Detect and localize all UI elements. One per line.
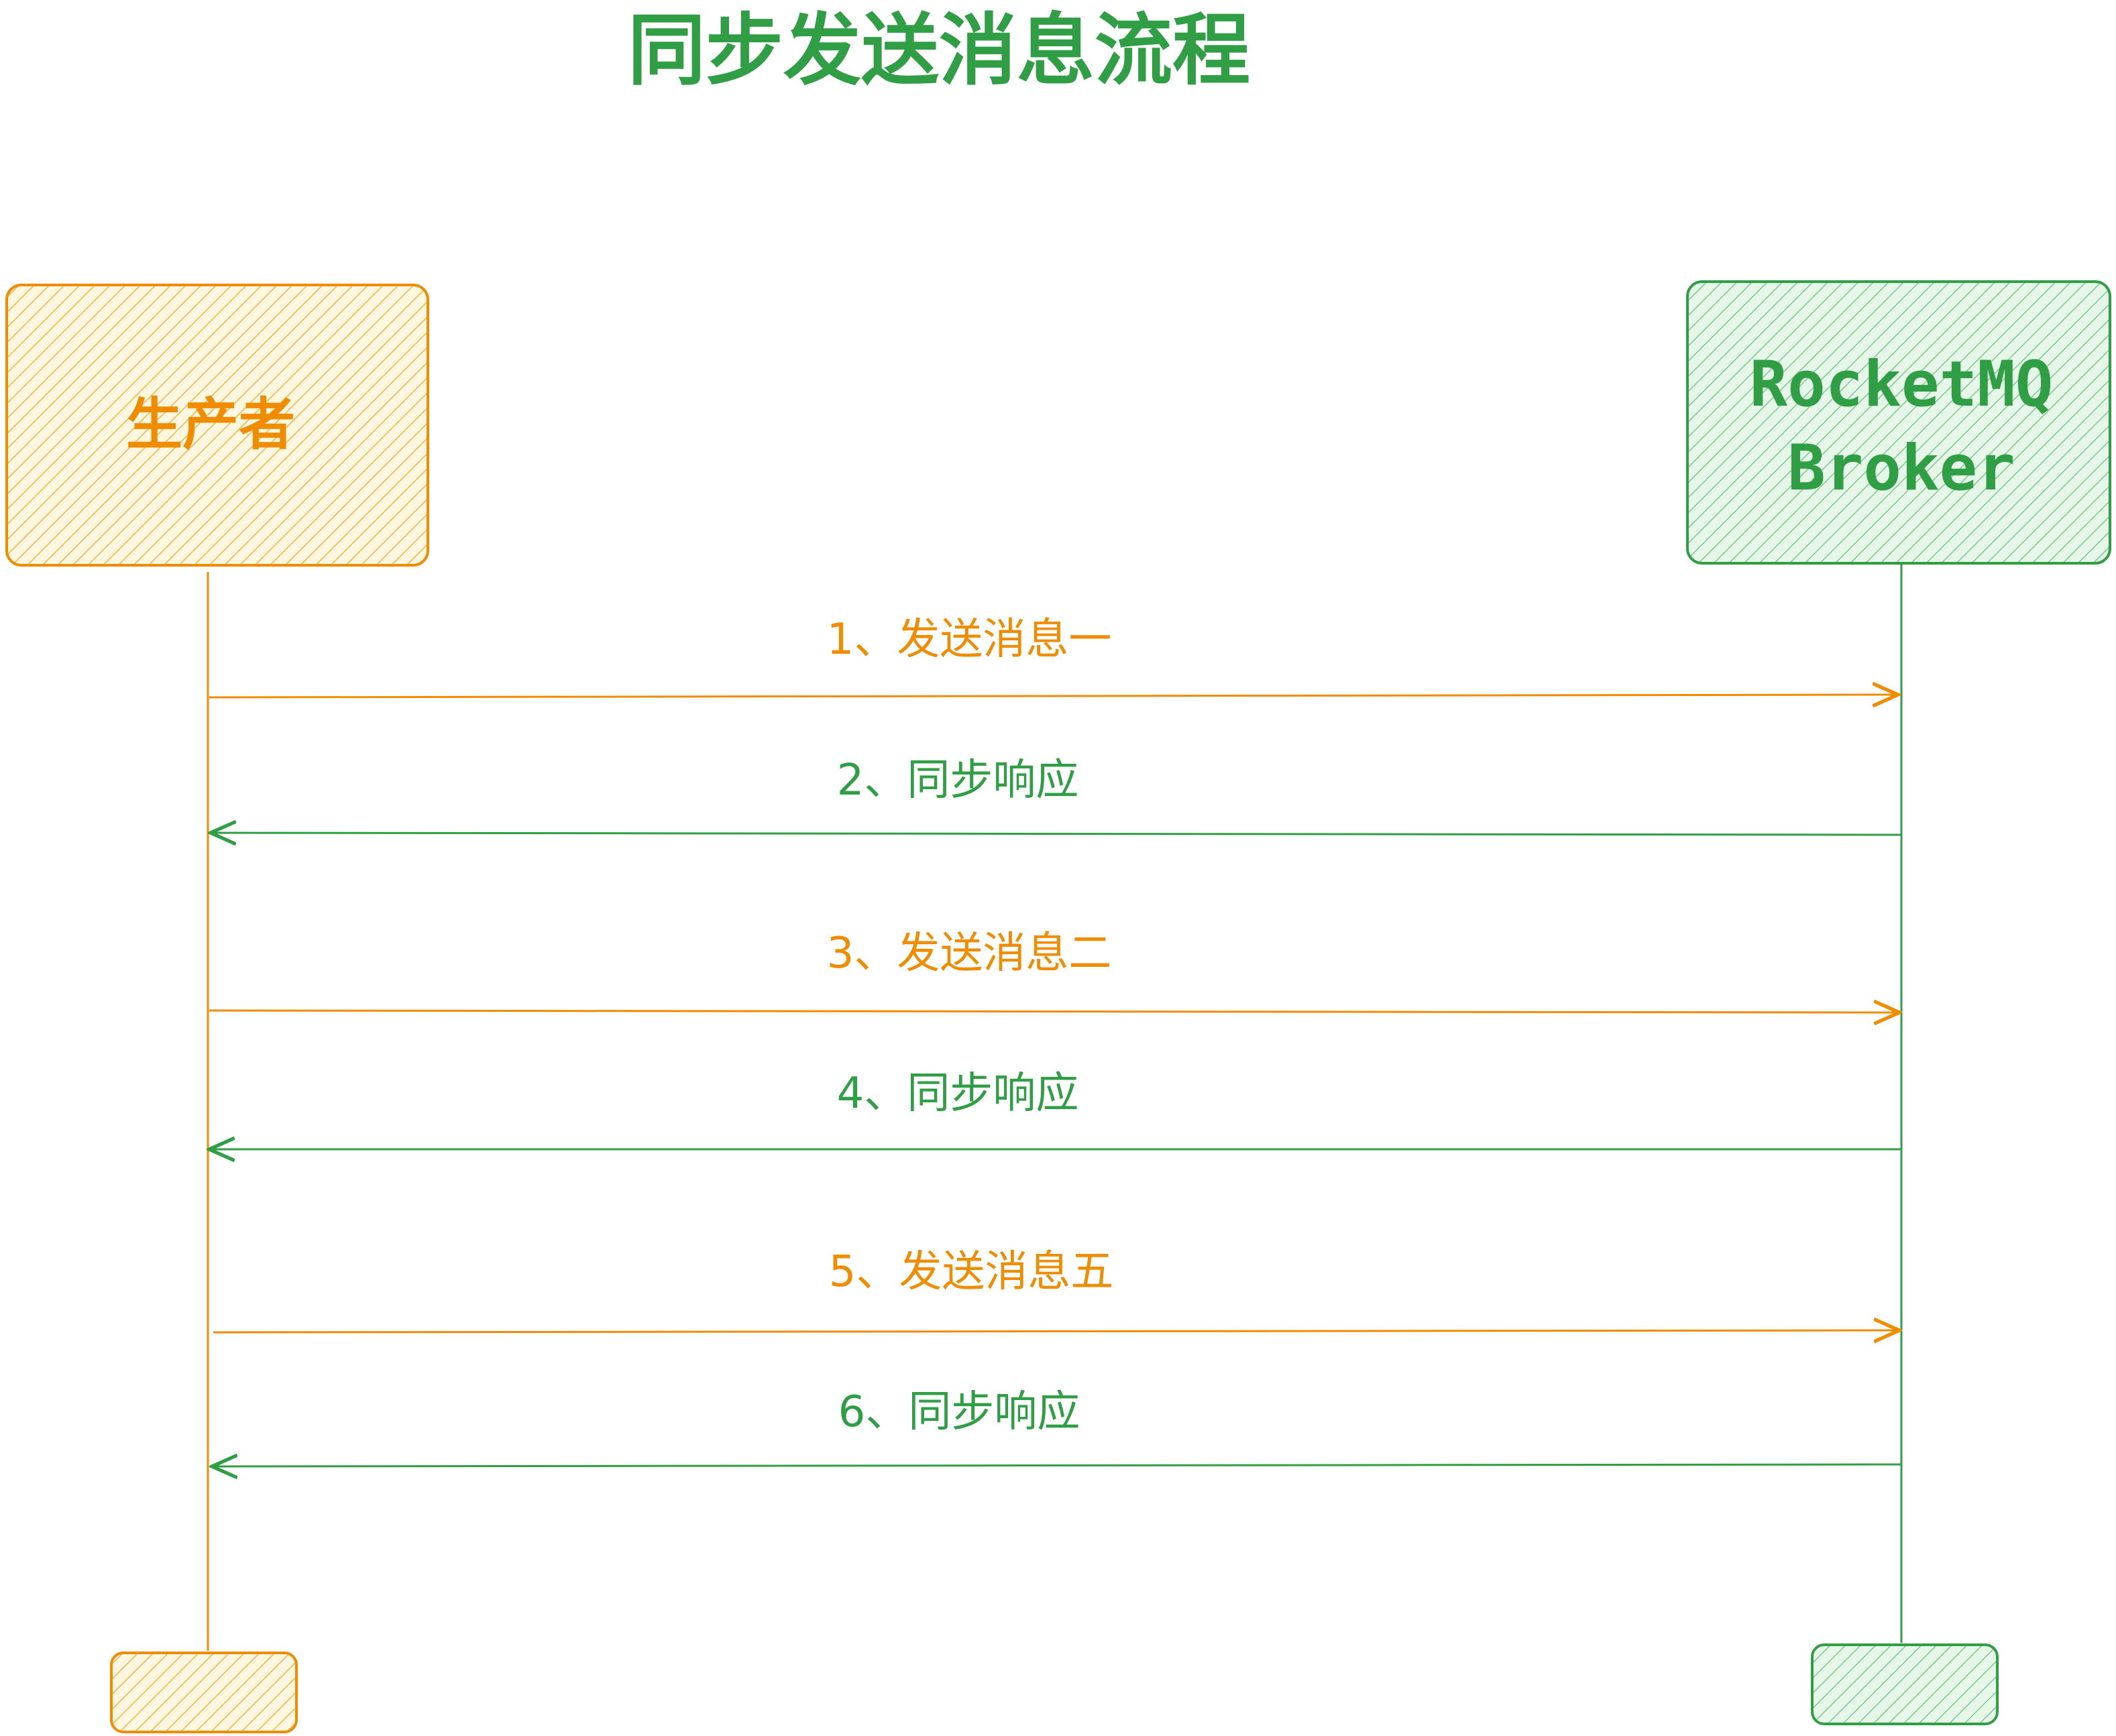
message-3-label: 3、发送消息二 xyxy=(827,929,1112,978)
message-3-arrow xyxy=(209,1010,1899,1012)
message-1: 1、发送消息一 xyxy=(209,615,1898,697)
message-4-label: 4、同步响应 xyxy=(837,1069,1079,1118)
message-2-label: 2、同步响应 xyxy=(837,756,1079,805)
message-4: 4、同步响应 xyxy=(209,1069,1901,1149)
producer-end-box xyxy=(110,1652,298,1733)
message-3: 3、发送消息二 xyxy=(209,929,1899,1012)
broker-label-line1: RocketMQ xyxy=(1750,348,2054,421)
message-6: 6、同步响应 xyxy=(212,1387,1902,1466)
message-6-arrow xyxy=(212,1464,1902,1466)
producer-box: 生产者 xyxy=(5,284,429,567)
message-5: 5、发送消息五 xyxy=(213,1247,1899,1332)
message-5-label: 5、发送消息五 xyxy=(829,1247,1114,1297)
diagram-title: 同步发送消息流程 xyxy=(628,5,1250,96)
message-1-label: 1、发送消息一 xyxy=(827,615,1112,664)
message-1-arrow xyxy=(209,695,1898,697)
broker-box: RocketMQ Broker xyxy=(1686,280,2111,565)
message-2-arrow xyxy=(211,833,1902,835)
broker-label-line2: Broker xyxy=(1787,432,2015,505)
producer-label: 生产者 xyxy=(126,392,295,457)
broker-end-box xyxy=(1811,1643,1999,1725)
message-5-arrow xyxy=(213,1330,1899,1332)
message-6-label: 6、同步响应 xyxy=(838,1387,1080,1437)
sequence-diagram: 同步发送消息流程 生产者 RocketMQ Broker 1、发送消息一 2、同… xyxy=(5,5,2111,1733)
message-2: 2、同步响应 xyxy=(211,756,1902,835)
